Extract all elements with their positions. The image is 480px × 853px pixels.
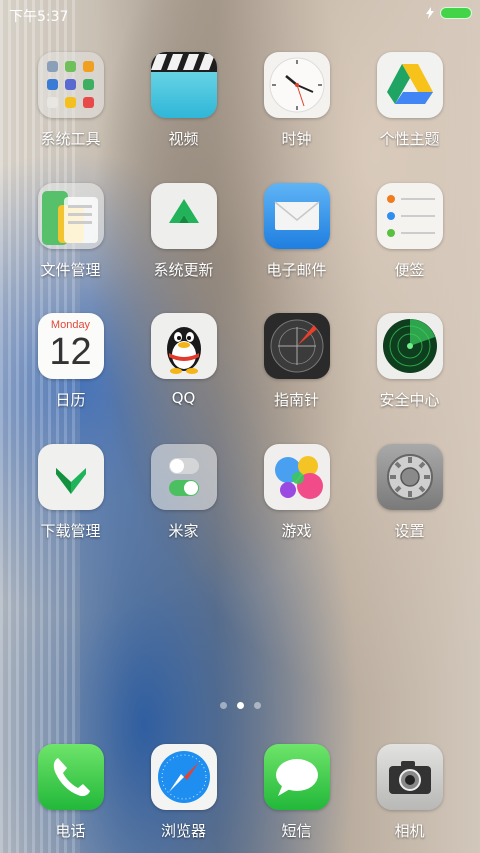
app-label: 游戏 [281,522,312,540]
app-label: 视频 [168,130,199,148]
app-label: 文件管理 [40,261,101,279]
app-clock[interactable]: 时钟 [240,52,353,149]
envelope-icon [263,183,330,249]
page-dot-active[interactable] [236,702,244,709]
penguin-icon [150,313,217,379]
radar-icon [376,313,443,379]
battery-icon [440,7,472,19]
toggle-icon [150,444,217,510]
app-notes[interactable]: 便签 [353,183,466,280]
compass-safari-icon [150,744,217,810]
app-label: 时钟 [281,130,312,148]
app-label: 电子邮件 [266,261,327,279]
folder-icon [37,52,104,118]
up-arrow-icon [150,183,217,249]
dock-phone[interactable]: 电话 [14,744,127,841]
app-label: 米家 [168,522,199,540]
gear-icon [376,444,443,510]
dock-sms[interactable]: 短信 [240,744,353,841]
app-label: 指南针 [273,391,319,409]
app-label: 电话 [55,822,86,840]
charging-icon [426,7,434,19]
clock-icon [263,52,330,118]
app-system-tools[interactable]: 系统工具 [14,52,127,149]
app-compass[interactable]: 指南针 [240,313,353,410]
app-label: 系统更新 [153,261,214,279]
compass-icon [263,313,330,379]
app-video[interactable]: 视频 [127,52,240,149]
app-qq[interactable]: QQ [127,313,240,407]
speech-bubble-icon [263,744,330,810]
dock-camera[interactable]: 相机 [353,744,466,841]
status-time: 下午5:37 [9,9,69,25]
app-system-update[interactable]: 系统更新 [127,183,240,280]
folder-files-icon [37,183,104,249]
download-arrow-icon [37,444,104,510]
list-icon [376,183,443,249]
camera-icon [376,744,443,810]
app-label: 短信 [281,822,312,840]
app-calendar[interactable]: Monday 12 日历 [14,313,127,410]
app-games[interactable]: 游戏 [240,444,353,541]
app-file-manager[interactable]: 文件管理 [14,183,127,280]
app-mijia[interactable]: 米家 [127,444,240,541]
app-label: 安全中心 [379,391,440,409]
app-label: 设置 [394,522,425,540]
app-label: 个性主题 [379,130,440,148]
app-label: 便签 [394,261,425,279]
app-label: 浏览器 [160,822,206,840]
calendar-day: 12 [49,331,92,373]
drive-triangle-icon [376,52,443,118]
page-indicator [0,702,480,709]
status-bar: 下午5:37 [0,0,480,28]
app-theme[interactable]: 个性主题 [353,52,466,149]
clapperboard-icon [150,52,217,118]
calendar-icon: Monday 12 [37,313,104,379]
app-settings[interactable]: 设置 [353,444,466,541]
app-label: 日历 [55,391,86,409]
calendar-weekday: Monday [50,319,91,331]
bubbles-icon [263,444,330,510]
app-email[interactable]: 电子邮件 [240,183,353,280]
app-security-center[interactable]: 安全中心 [353,313,466,410]
app-download-manager[interactable]: 下载管理 [14,444,127,541]
page-dot[interactable] [219,702,227,709]
page-dot[interactable] [253,702,261,709]
app-label: 系统工具 [40,130,101,148]
app-label: 下载管理 [40,522,101,540]
app-label: 相机 [394,822,425,840]
phone-icon [37,744,104,810]
app-label: QQ [171,389,196,407]
dock-browser[interactable]: 浏览器 [127,744,240,841]
